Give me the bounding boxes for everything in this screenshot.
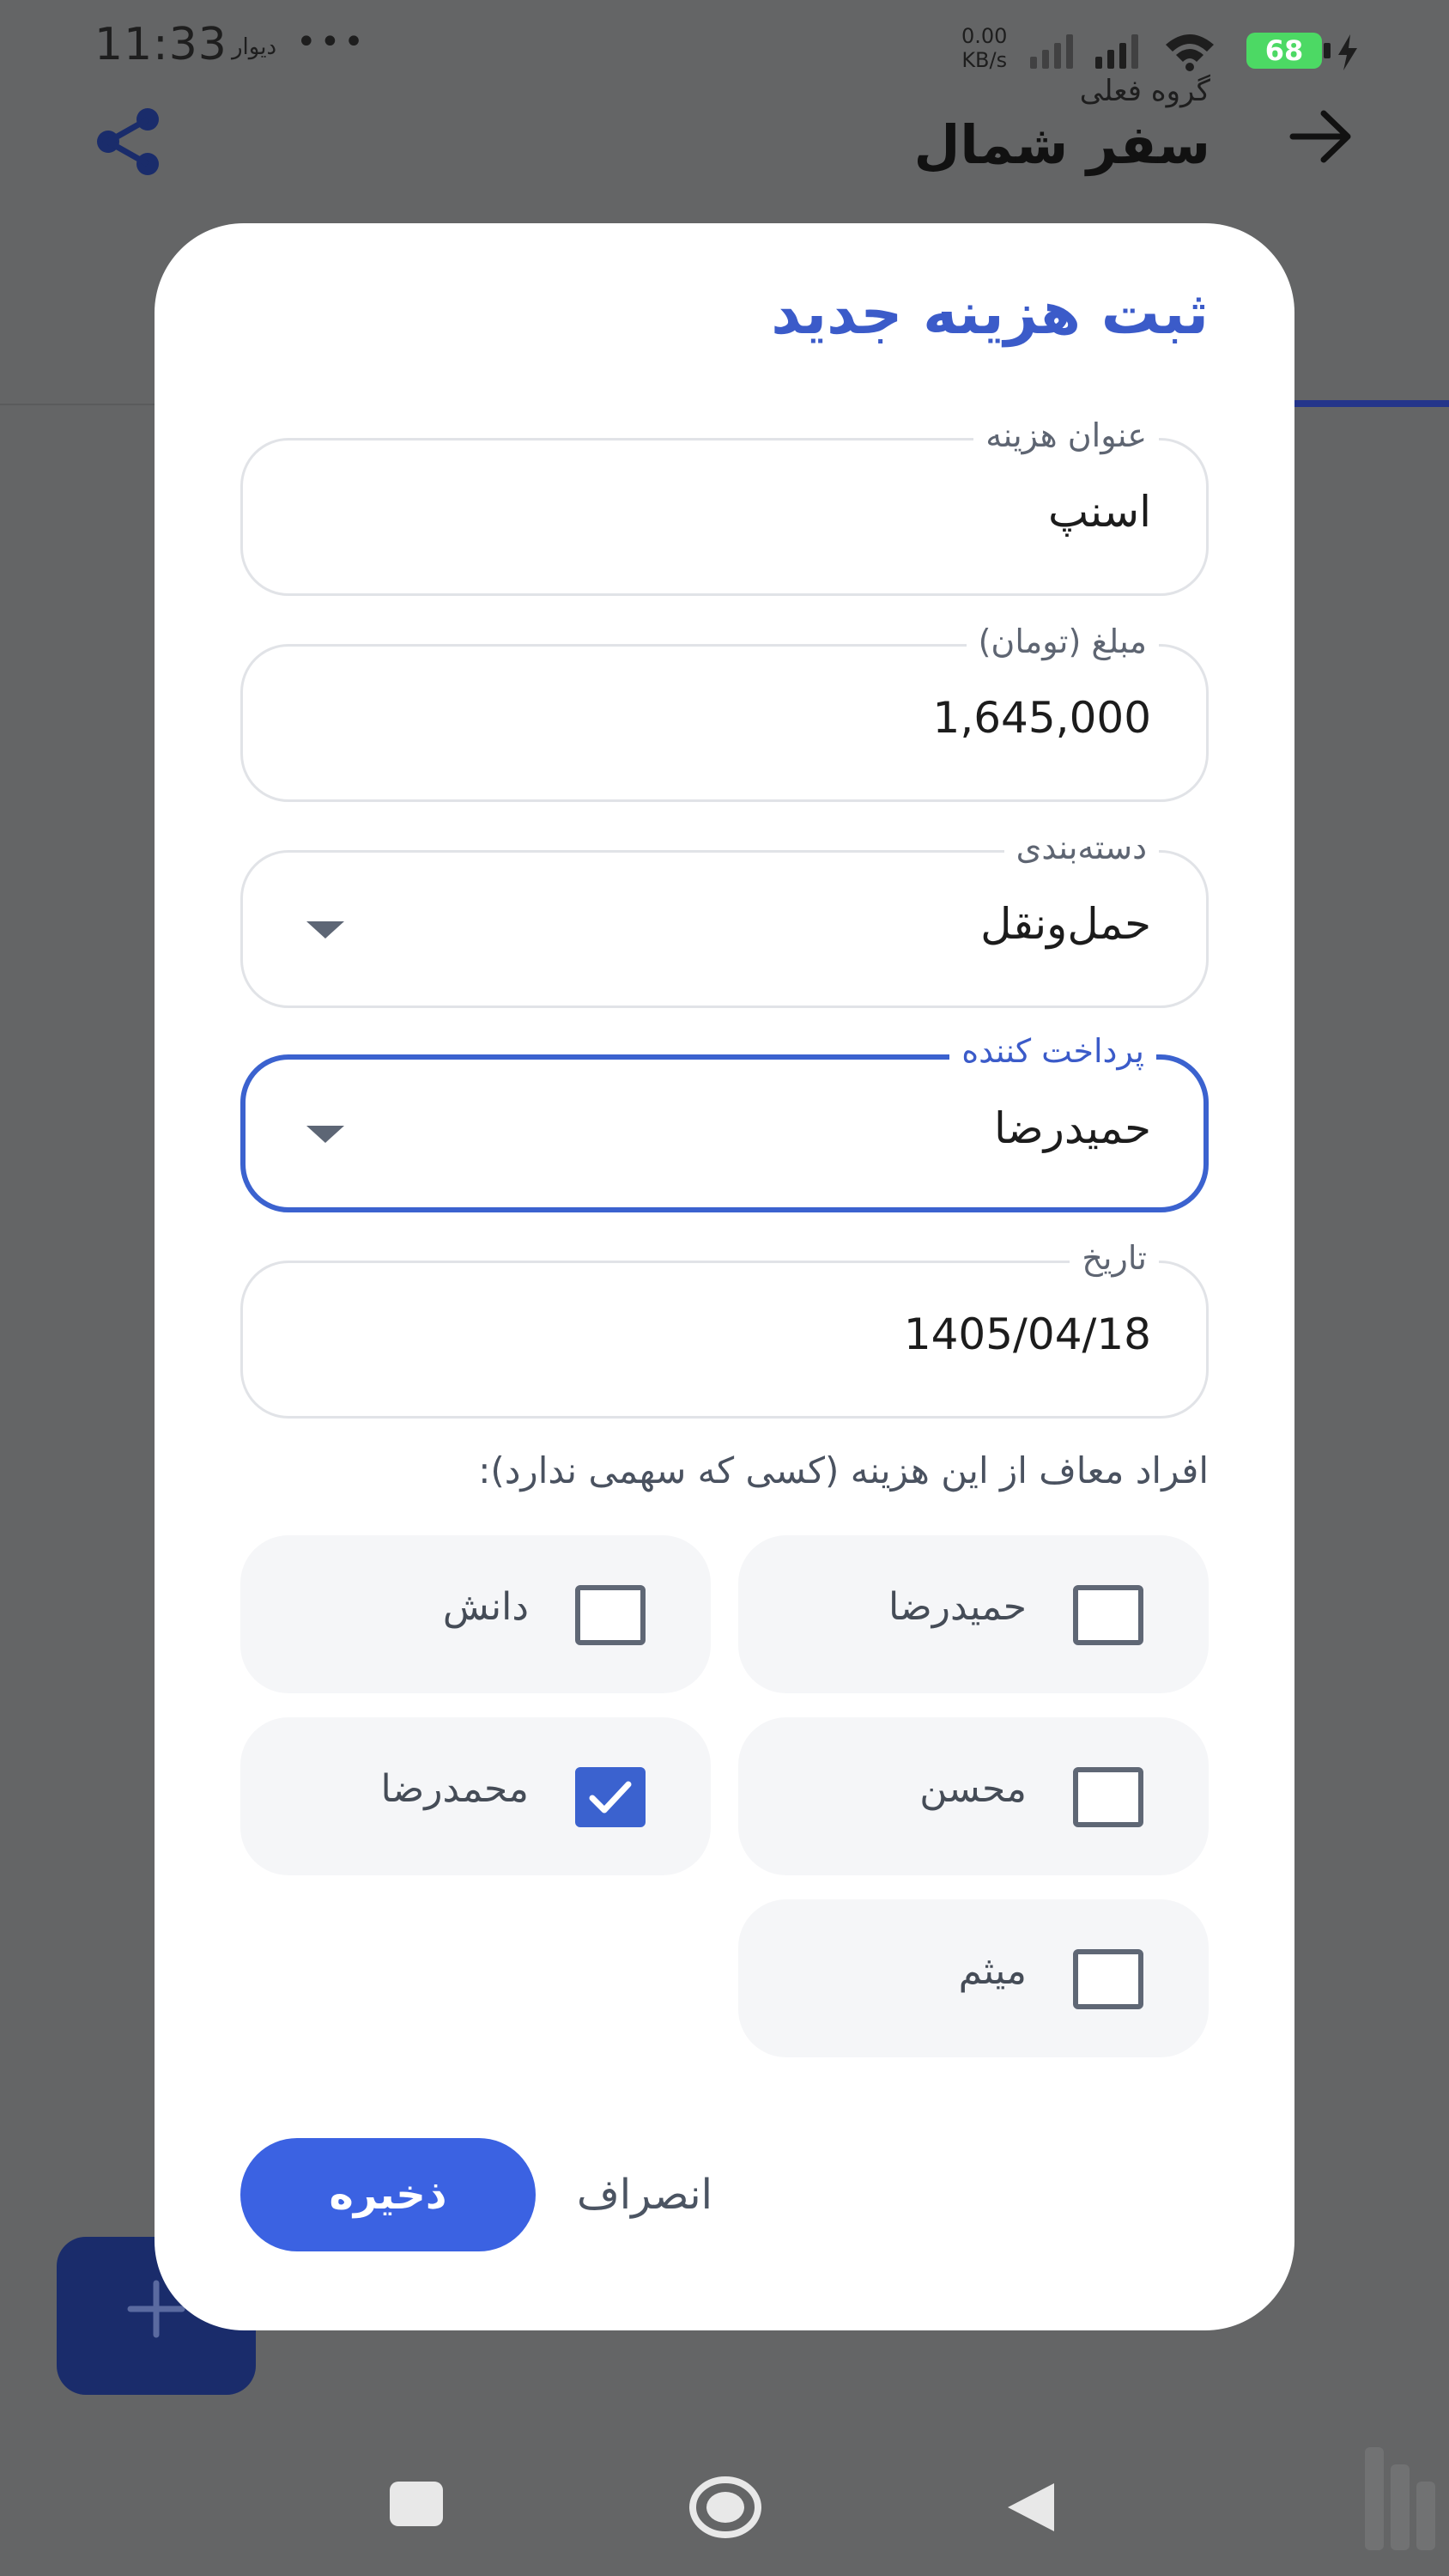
member-checkbox[interactable] <box>1073 1585 1143 1645</box>
member-item[interactable]: محسن <box>738 1717 1209 1875</box>
member-name: حمیدرضا <box>888 1585 1027 1629</box>
status-net-speed: 0.00 KB/s <box>961 24 1008 72</box>
share-button[interactable] <box>47 86 210 197</box>
new-expense-dialog: ثبت هزینه جدید عنوان هزینه اسنپ مبلغ (تو… <box>155 223 1294 2330</box>
dropdown-arrow-icon <box>306 1126 344 1143</box>
tab-indicator <box>1294 400 1449 407</box>
status-bar: 11:33 دیوار ••• 0.00 KB/s 68 <box>0 0 1449 96</box>
signal-wifi-icons <box>1030 34 1214 71</box>
expense-title-field[interactable]: عنوان هزینه اسنپ <box>240 410 1209 596</box>
member-checkbox[interactable] <box>1073 1767 1143 1827</box>
payer-select[interactable]: پرداخت کننده حمیدرضا <box>240 1025 1209 1212</box>
member-name: میثم <box>958 1949 1027 1993</box>
member-name: محسن <box>919 1767 1027 1811</box>
field-value: حمیدرضا <box>994 1103 1151 1153</box>
member-item[interactable]: حمیدرضا <box>738 1535 1209 1693</box>
dialog-title: ثبت هزینه جدید <box>771 280 1209 348</box>
date-field[interactable]: تاریخ 1405/04/18 <box>240 1232 1209 1419</box>
back-button-icon[interactable] <box>1001 2478 1061 2538</box>
field-value: حمل‌ونقل <box>980 899 1151 949</box>
group-name: سفر شمال <box>913 113 1210 176</box>
field-label: پرداخت کننده <box>949 1025 1156 1077</box>
member-item[interactable]: میثم <box>738 1899 1209 2057</box>
arrow-right-icon[interactable] <box>1288 106 1356 167</box>
field-value: 1405/04/18 <box>903 1309 1151 1359</box>
member-checkbox[interactable] <box>1073 1949 1143 2009</box>
member-name: دانش <box>442 1585 529 1629</box>
status-app-name: دیوار <box>232 34 277 60</box>
category-select[interactable]: دسته‌بندی حمل‌ونقل <box>240 822 1209 1008</box>
member-checkbox[interactable] <box>575 1767 646 1827</box>
field-label: عنوان هزینه <box>973 410 1159 461</box>
share-icon <box>97 108 159 175</box>
field-value: 1,645,000 <box>932 693 1151 743</box>
watermark-logo <box>1365 2447 1435 2550</box>
charging-icon <box>1338 34 1357 70</box>
checkmark-icon <box>589 1781 632 1814</box>
exempt-members-heading: افراد معاف از این هزینه (کسی که سهمی ندا… <box>478 1449 1209 1492</box>
field-label: دسته‌بندی <box>1003 822 1159 873</box>
field-value: اسنپ <box>1048 487 1151 537</box>
save-button[interactable]: ذخیره <box>240 2138 536 2251</box>
status-more-dots: ••• <box>296 22 367 62</box>
member-item[interactable]: محمدرضا <box>240 1717 711 1875</box>
current-group-label: گروه فعلی <box>1079 74 1210 108</box>
status-time: 11:33 <box>94 19 227 70</box>
amount-field[interactable]: مبلغ (تومان) 1,645,000 <box>240 616 1209 802</box>
dropdown-arrow-icon <box>306 921 344 939</box>
field-label: مبلغ (تومان) <box>966 616 1159 667</box>
recent-apps-button[interactable] <box>390 2482 443 2526</box>
member-name: محمدرضا <box>380 1767 529 1811</box>
battery-indicator: 68 <box>1246 33 1322 69</box>
member-item[interactable]: دانش <box>240 1535 711 1693</box>
battery-cap <box>1324 43 1331 58</box>
field-label: تاریخ <box>1070 1232 1159 1284</box>
member-checkbox[interactable] <box>575 1585 646 1645</box>
cancel-button[interactable]: انصراف <box>577 2171 712 2219</box>
home-button-icon[interactable] <box>687 2473 764 2542</box>
